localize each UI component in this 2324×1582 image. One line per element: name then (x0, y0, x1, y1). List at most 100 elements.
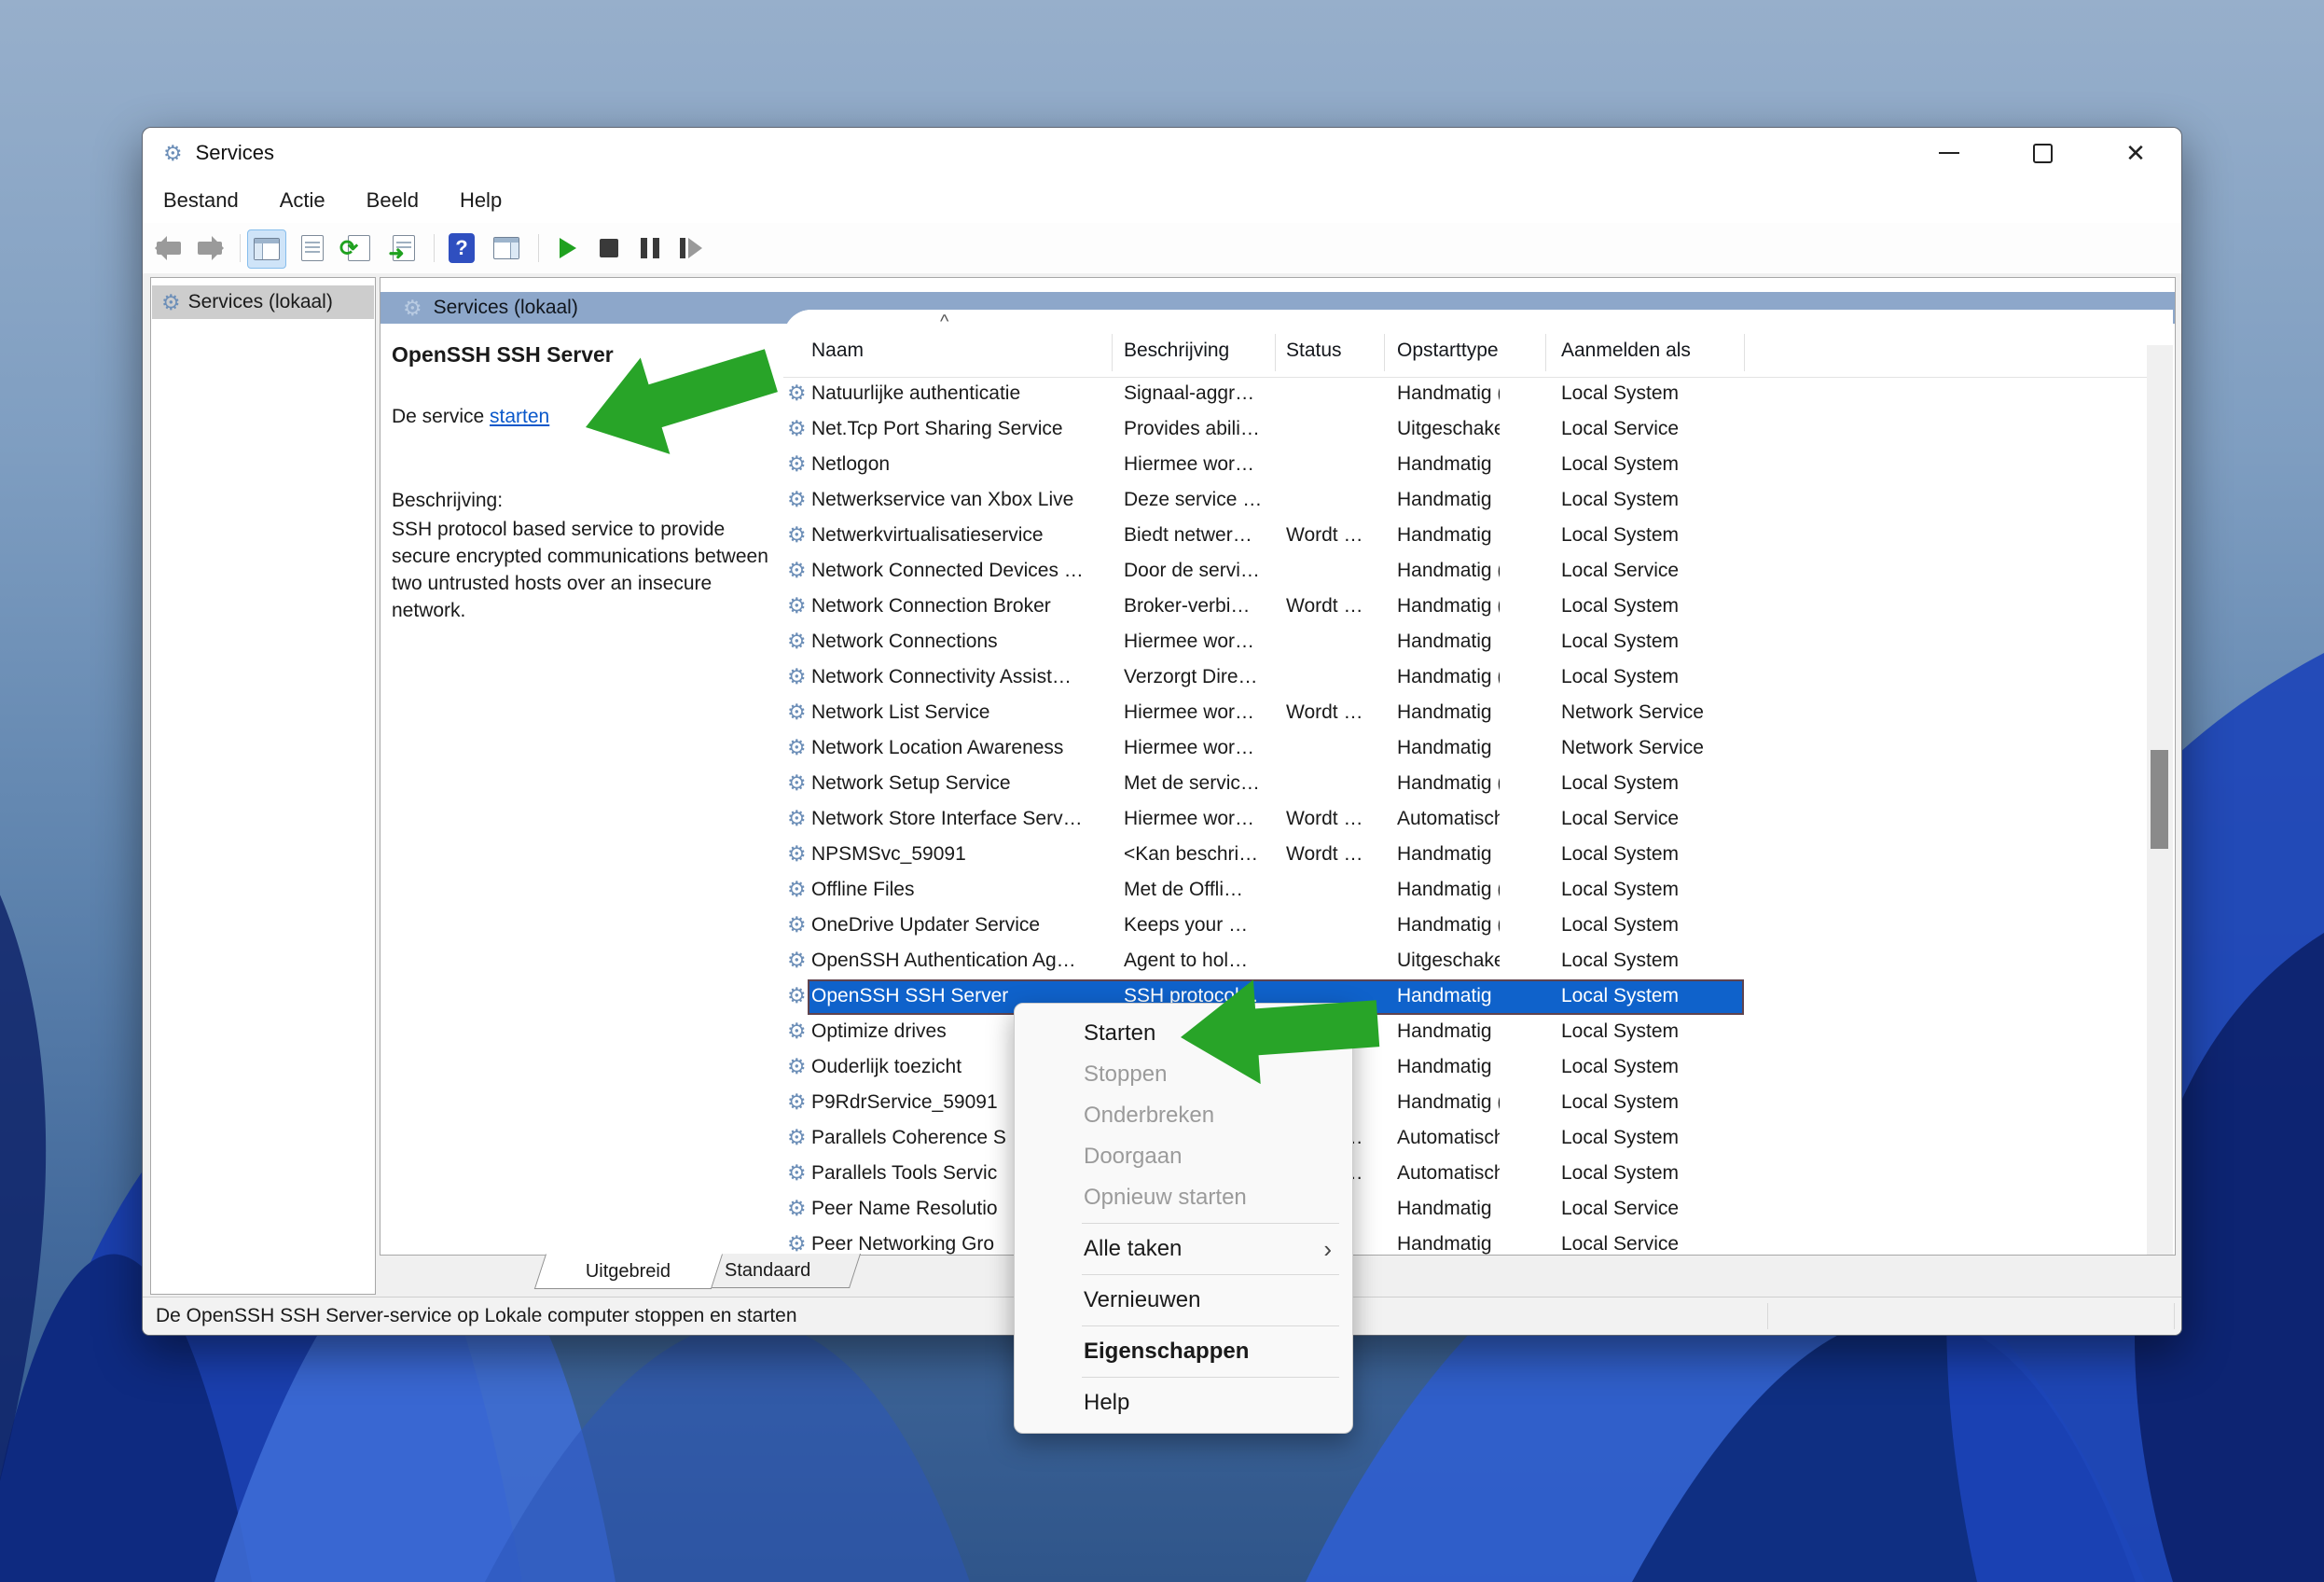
column-divider[interactable] (1545, 334, 1546, 371)
context-menu-item[interactable]: Starten (1015, 1013, 1352, 1054)
menu-item[interactable]: Help (460, 188, 502, 213)
context-menu-item[interactable]: Eigenschappen (1015, 1331, 1352, 1372)
export-list-button[interactable]: ➜ (385, 229, 422, 267)
context-menu-item[interactable] (1015, 1372, 1352, 1382)
table-row[interactable]: ⚙ Netlogon Hiermee wor… Handmatig Local … (783, 448, 2173, 483)
table-row[interactable]: ⚙ Natuurlijke authenticatie Signaal-aggr… (783, 377, 2173, 412)
table-row[interactable]: ⚙ Optimize drives Handmatig Local System (783, 1015, 2173, 1050)
restart-service-button[interactable] (672, 229, 710, 267)
menu-item[interactable]: Bestand (163, 188, 239, 213)
column-header-aanmelden-als[interactable]: Aanmelden als (1561, 340, 1691, 362)
start-service-button[interactable] (549, 229, 587, 267)
context-menu-item[interactable]: Alle taken (1015, 1228, 1352, 1270)
column-header-beschrijving[interactable]: Beschrijving (1124, 340, 1229, 362)
cell-naam: Network Setup Service (811, 772, 1011, 795)
context-menu-item[interactable]: Doorgaan (1015, 1136, 1352, 1177)
table-row[interactable]: ⚙ Network Connected Devices … Door de se… (783, 554, 2173, 590)
context-menu-item-label: Starten (1084, 1020, 1155, 1047)
table-row[interactable]: ⚙ Ouderlijk toezicht Handmatig Local Sys… (783, 1050, 2173, 1086)
table-row[interactable]: ⚙ OpenSSH Authentication Ag… Agent to ho… (783, 944, 2173, 979)
refresh-button[interactable]: ⟳ (340, 229, 378, 267)
service-gear-icon: ⚙ (787, 950, 807, 971)
extended-view-header-label: Services (lokaal) (434, 297, 578, 319)
stop-service-button[interactable] (590, 229, 628, 267)
context-menu-item[interactable] (1015, 1218, 1352, 1228)
service-gear-icon: ⚙ (787, 985, 807, 1006)
table-row[interactable]: ⚙ Network Location Awareness Hiermee wor… (783, 731, 2173, 767)
menu-item[interactable]: Beeld (367, 188, 419, 213)
show-hide-console-tree-icon (254, 238, 280, 260)
table-row[interactable]: ⚙ Offline Files Met de Offli… Handmatig … (783, 873, 2173, 909)
close-icon: ✕ (2125, 141, 2146, 165)
maximize-button[interactable] (2021, 132, 2064, 174)
back-button[interactable] (150, 229, 187, 267)
title-bar[interactable]: ⚙ Services ✕ (143, 128, 2181, 178)
column-divider[interactable] (1744, 334, 1745, 371)
table-row[interactable]: ⚙ Netwerkservice van Xbox Live Deze serv… (783, 483, 2173, 519)
help-button[interactable]: ? (443, 229, 480, 267)
cell-aanmelden-als: Local System (1561, 1127, 1679, 1149)
tree-item-label: Services (lokaal) (188, 291, 333, 313)
start-service-link[interactable]: starten (490, 406, 549, 427)
column-header-naam[interactable]: Naam (811, 340, 864, 362)
table-row[interactable]: ⚙ Network Connectivity Assist… Verzorgt … (783, 660, 2173, 696)
cell-naam: Parallels Tools Servic (811, 1162, 997, 1185)
cell-aanmelden-als: Local System (1561, 1020, 1679, 1043)
cell-opstarttype: Handmatig (1397, 489, 1492, 511)
context-menu-item[interactable]: Opnieuw starten (1015, 1177, 1352, 1218)
table-row[interactable]: ⚙ OneDrive Updater Service Keeps your … … (783, 909, 2173, 944)
context-menu-item[interactable]: Onderbreken (1015, 1095, 1352, 1136)
column-header-status[interactable]: Status (1286, 340, 1342, 362)
context-menu-item-label: Vernieuwen (1084, 1287, 1200, 1313)
pause-service-button[interactable] (631, 229, 669, 267)
table-row[interactable]: ⚙ Peer Name Resolutio Handmatig Local Se… (783, 1192, 2173, 1228)
forward-button[interactable] (191, 229, 228, 267)
vertical-scrollbar[interactable] (2147, 345, 2173, 1255)
minimize-button[interactable] (1928, 132, 1971, 174)
table-row[interactable]: ⚙ Parallels Tools Servic Wordt … Automat… (783, 1157, 2173, 1192)
cell-opstarttype: Handmatig (… (1397, 914, 1500, 937)
table-row[interactable]: ⚙ Network Connection Broker Broker-verbi… (783, 590, 2173, 625)
context-menu-item-label: Doorgaan (1084, 1144, 1182, 1170)
column-divider[interactable] (1275, 334, 1276, 371)
table-row[interactable]: ⚙ Network Connections Hiermee wor… Handm… (783, 625, 2173, 660)
table-row[interactable]: ⚙ Netwerkvirtualisatieservice Biedt netw… (783, 519, 2173, 554)
table-row[interactable]: ⚙ Network Setup Service Met de servic… H… (783, 767, 2173, 802)
show-hide-action-pane-button[interactable] (488, 229, 525, 267)
cell-status: Wordt … (1286, 524, 1363, 547)
table-row[interactable]: ⚙ Network List Service Hiermee wor… Word… (783, 696, 2173, 731)
tab-uitgebreid[interactable]: Uitgebreid (534, 1254, 723, 1289)
column-divider[interactable] (1112, 334, 1113, 371)
table-row[interactable]: ⚙ Net.Tcp Port Sharing Service Provides … (783, 412, 2173, 448)
service-gear-icon: ⚙ (787, 914, 807, 936)
description-label: Beschrijving: (392, 490, 503, 512)
table-row[interactable]: ⚙ P9RdrService_59091 Handmatig (… Local … (783, 1086, 2173, 1121)
cell-aanmelden-als: Local System (1561, 382, 1679, 405)
context-menu-item[interactable] (1015, 1270, 1352, 1280)
service-gear-icon: ⚙ (787, 453, 807, 475)
table-row[interactable]: ⚙ OpenSSH SSH Server SSH protocol… Handm… (783, 979, 2173, 1015)
service-gear-icon: ⚙ (787, 382, 807, 404)
table-row[interactable]: ⚙ Parallels Coherence S Wordt … Automati… (783, 1121, 2173, 1157)
table-row[interactable]: ⚙ NPSMSvc_59091 <Kan beschri… Wordt … Ha… (783, 838, 2173, 873)
close-button[interactable]: ✕ (2114, 132, 2157, 174)
table-row[interactable]: ⚙ Network Store Interface Serv… Hiermee … (783, 802, 2173, 838)
service-gear-icon: ⚙ (787, 1198, 807, 1219)
service-gear-icon: ⚙ (787, 772, 807, 794)
menu-item[interactable]: Actie (280, 188, 325, 213)
context-menu-item[interactable]: Vernieuwen (1015, 1280, 1352, 1321)
table-row[interactable]: ⚙ Peer Networking Gro Handmatig Local Se… (783, 1228, 2173, 1255)
tree-item-services-lokaal[interactable]: ⚙ Services (lokaal) (152, 285, 374, 319)
properties-button[interactable] (294, 229, 331, 267)
context-menu-item[interactable]: Stoppen (1015, 1054, 1352, 1095)
status-bar-divider (2174, 1303, 2175, 1329)
cell-naam: Net.Tcp Port Sharing Service (811, 418, 1063, 440)
window-title: Services (196, 141, 274, 165)
column-header-opstarttype[interactable]: Opstarttype (1397, 340, 1499, 362)
context-menu-item[interactable]: Help (1015, 1382, 1352, 1423)
context-menu-item[interactable] (1015, 1321, 1352, 1331)
column-divider[interactable] (1384, 334, 1385, 371)
cell-naam: Network Store Interface Serv… (811, 808, 1083, 830)
scrollbar-thumb[interactable] (2151, 750, 2168, 849)
show-hide-console-tree-button[interactable] (247, 229, 286, 269)
